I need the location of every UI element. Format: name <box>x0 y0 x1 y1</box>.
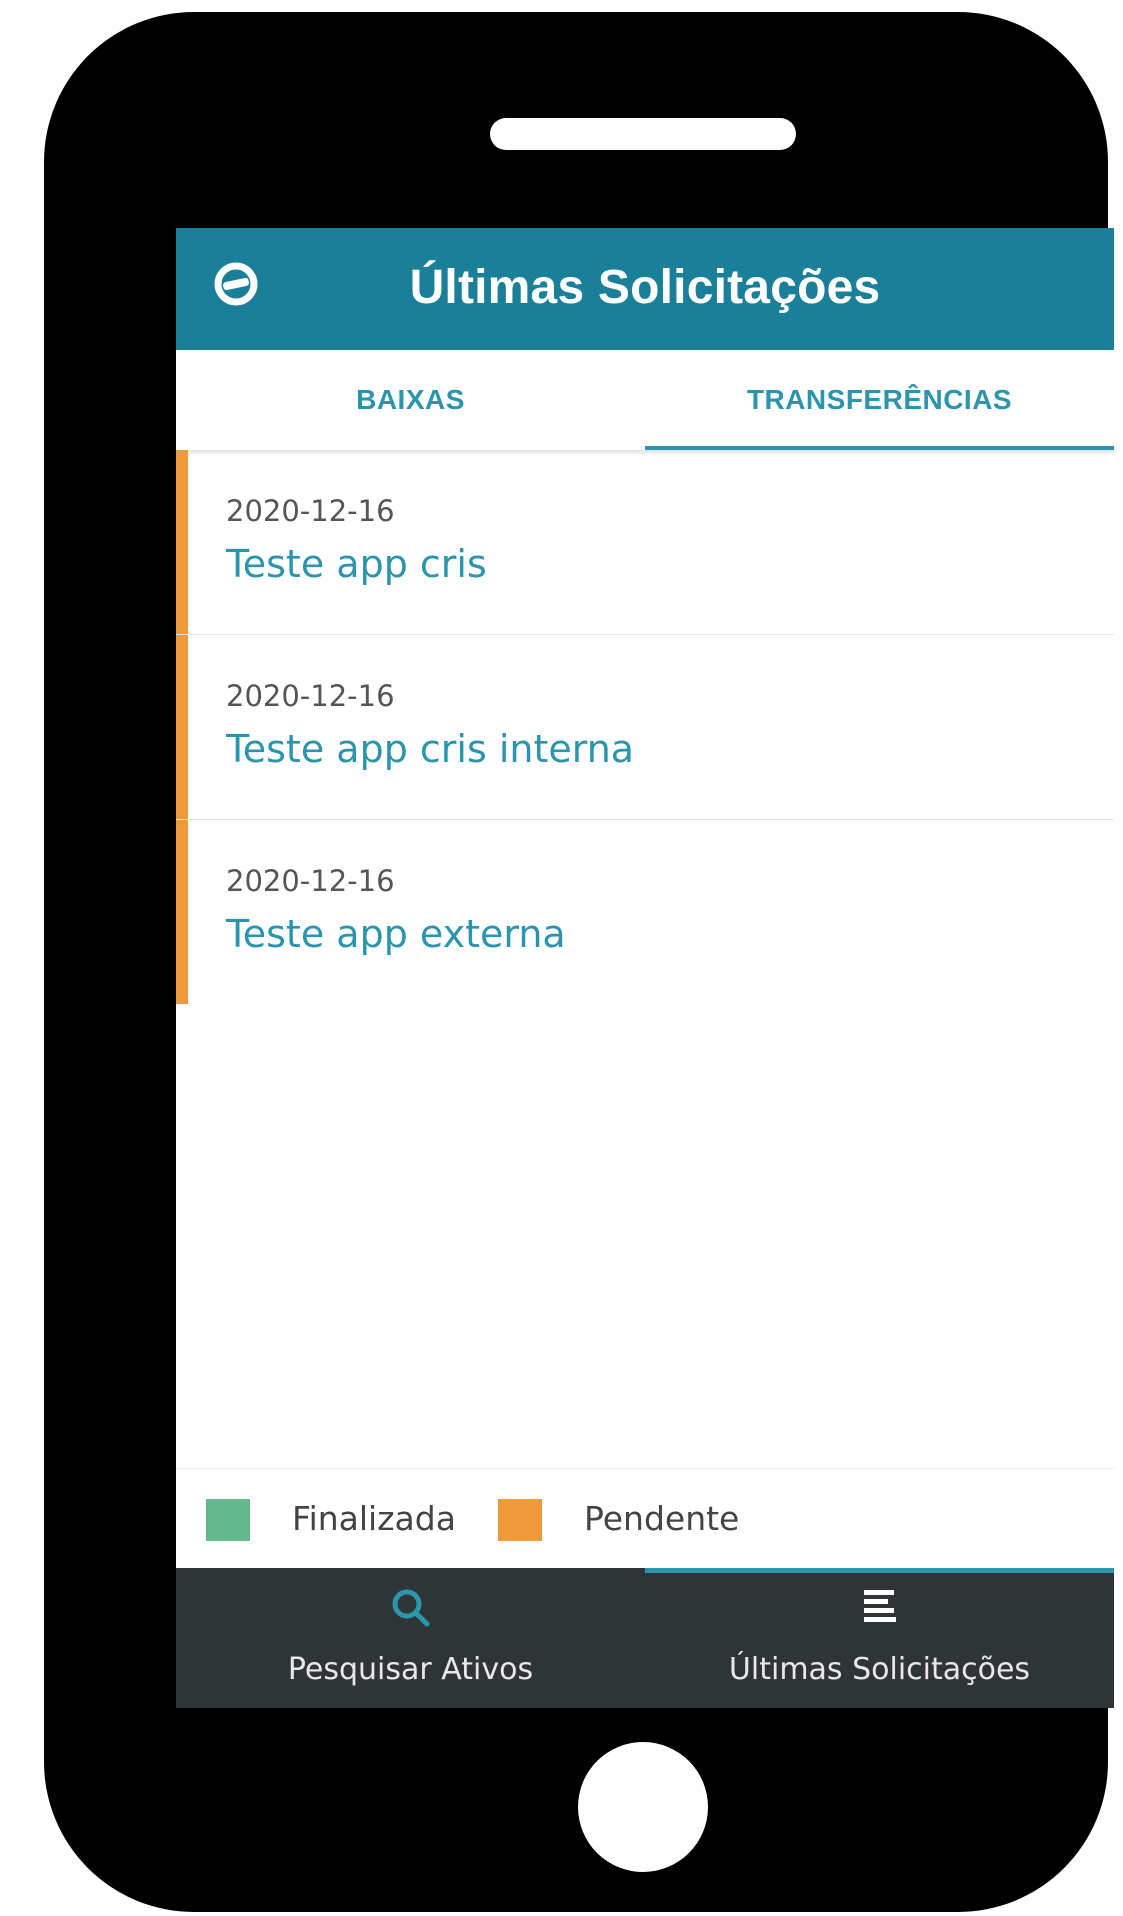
tab-transferencias[interactable]: TRANSFERÊNCIAS <box>645 350 1114 450</box>
bottom-navigation: Pesquisar Ativos Últimas Solicitações <box>176 1568 1114 1708</box>
app-header: Últimas Solicitações <box>176 228 1114 350</box>
status-indicator-pendente <box>176 450 188 634</box>
phone-speaker <box>490 118 796 150</box>
list-item[interactable]: 2020-12-16 Teste app cris <box>176 450 1114 635</box>
nav-ultimas-solicitacoes[interactable]: Últimas Solicitações <box>645 1568 1114 1708</box>
nav-label: Últimas Solicitações <box>728 1652 1031 1687</box>
phone-home-button[interactable] <box>578 1742 708 1872</box>
nav-pesquisar-ativos[interactable]: Pesquisar Ativos <box>176 1568 645 1708</box>
status-legend: Finalizada Pendente <box>176 1468 1114 1569</box>
list-item[interactable]: 2020-12-16 Teste app externa <box>176 820 1114 1004</box>
app-screen: Últimas Solicitações BAIXAS TRANSFERÊNCI… <box>176 228 1114 1708</box>
item-date: 2020-12-16 <box>226 864 395 898</box>
pendente-swatch <box>498 1499 542 1541</box>
item-title: Teste app externa <box>226 912 566 956</box>
item-date: 2020-12-16 <box>226 679 395 713</box>
status-indicator-pendente <box>176 820 188 1004</box>
list-item[interactable]: 2020-12-16 Teste app cris interna <box>176 635 1114 820</box>
nav-label: Pesquisar Ativos <box>287 1652 534 1687</box>
status-indicator-pendente <box>176 635 188 819</box>
list-icon <box>863 1590 896 1622</box>
item-title: Teste app cris <box>226 542 487 586</box>
search-icon <box>392 1589 429 1627</box>
phone-frame: Últimas Solicitações BAIXAS TRANSFERÊNCI… <box>44 12 1114 1912</box>
finalizada-swatch <box>206 1499 250 1541</box>
item-date: 2020-12-16 <box>226 494 395 528</box>
finalizada-label: Finalizada <box>292 1499 456 1538</box>
item-title: Teste app cris interna <box>226 727 635 771</box>
tab-baixas[interactable]: BAIXAS <box>176 350 645 450</box>
pendente-label: Pendente <box>584 1499 740 1538</box>
page-title: Últimas Solicitações <box>409 261 881 314</box>
tab-bar: BAIXAS TRANSFERÊNCIAS <box>176 350 1114 450</box>
request-list: 2020-12-16 Teste app cris 2020-12-16 Tes… <box>176 450 1114 1004</box>
